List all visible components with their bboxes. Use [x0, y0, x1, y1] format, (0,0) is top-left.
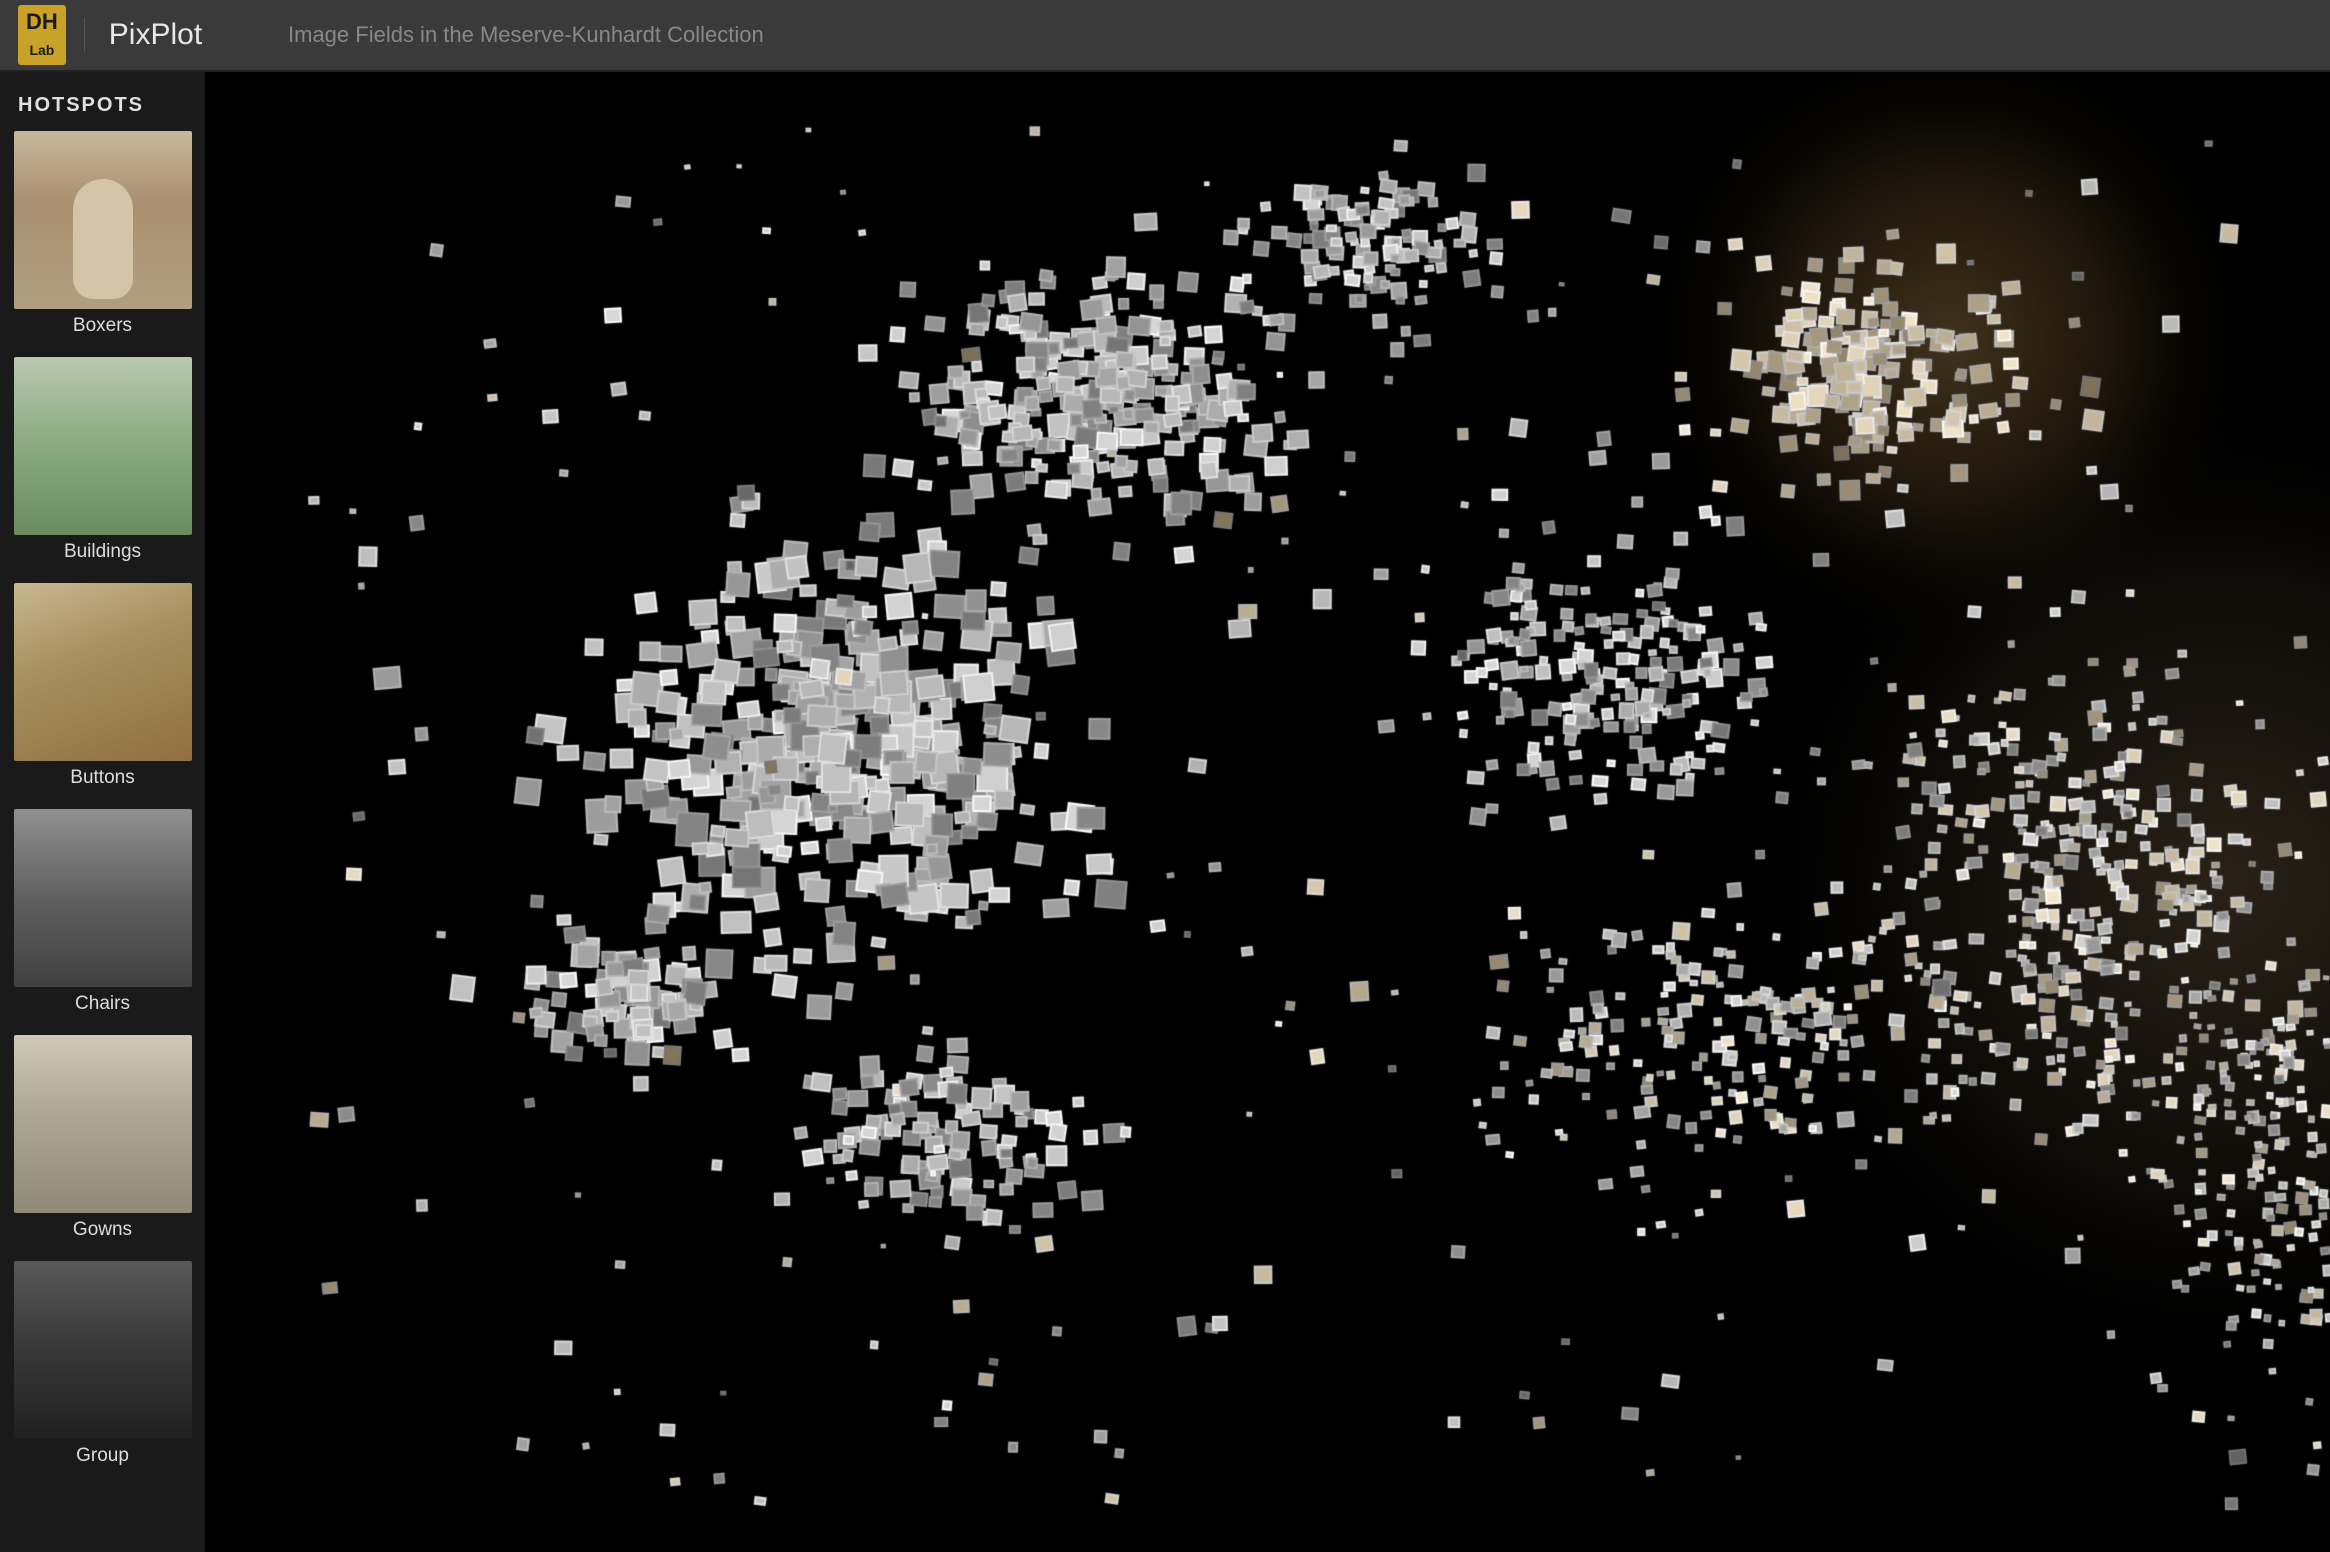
hotspot-item-gowns[interactable]: Gowns — [0, 1035, 205, 1261]
hotspot-item-group[interactable]: Group — [0, 1261, 205, 1487]
logo-lab: Lab — [29, 42, 54, 58]
app-title: PixPlot — [84, 18, 202, 52]
header-subtitle: Image Fields in the Meserve-Kunhardt Col… — [288, 22, 764, 48]
canvas-area[interactable] — [205, 72, 2330, 1552]
hotspot-item-chairs[interactable]: Chairs — [0, 809, 205, 1035]
app-header: DH Lab PixPlot Image Fields in the Meser… — [0, 0, 2330, 72]
hotspot-thumb-buttons — [14, 583, 192, 761]
hotspot-item-boxers[interactable]: Boxers — [0, 131, 205, 357]
hotspot-thumb-group — [14, 1261, 192, 1439]
dh-lab-logo: DH Lab — [18, 5, 66, 66]
hotspot-label-chairs: Chairs — [14, 987, 191, 1023]
hotspot-thumb-chairs — [14, 809, 192, 987]
main-area: HOTSPOTS Boxers Buildings Buttons Chairs Gow… — [0, 72, 2330, 1552]
hotspot-thumb-gowns — [14, 1035, 192, 1213]
hotspot-label-group: Group — [14, 1439, 191, 1475]
hotspot-thumb-boxers — [14, 131, 192, 309]
hotspot-thumb-buildings — [14, 357, 192, 535]
hotspot-list: Boxers Buildings Buttons Chairs Gowns Group — [0, 131, 205, 1487]
hotspot-label-gowns: Gowns — [14, 1213, 191, 1249]
hotspot-item-buttons[interactable]: Buttons — [0, 583, 205, 809]
scatter-canvas[interactable] — [205, 72, 2330, 1552]
sidebar: HOTSPOTS Boxers Buildings Buttons Chairs Gow… — [0, 72, 205, 1552]
hotspot-item-buildings[interactable]: Buildings — [0, 357, 205, 583]
hotspots-section-label: HOTSPOTS — [0, 72, 205, 131]
logo-area: DH Lab PixPlot — [0, 5, 240, 66]
hotspot-label-buildings: Buildings — [14, 535, 191, 571]
logo-dh: DH — [26, 9, 58, 34]
hotspot-label-boxers: Boxers — [14, 309, 191, 345]
hotspot-label-buttons: Buttons — [14, 761, 191, 797]
